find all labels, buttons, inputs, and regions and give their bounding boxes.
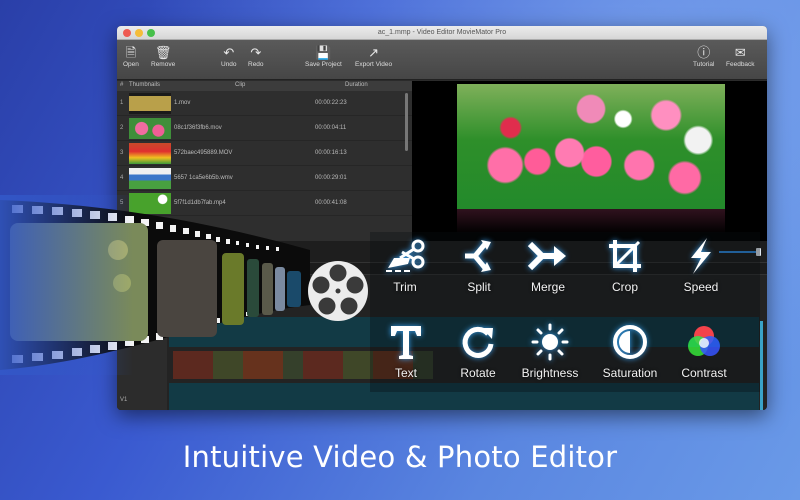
redo-icon: ↷ [250, 45, 262, 60]
video-preview [412, 81, 767, 241]
crop-icon [585, 236, 665, 278]
clip-num: 2 [120, 125, 124, 131]
toolbar: 🗎 Open 🗑 Remove ↶ Undo ↷ Redo 💾 Save Pro… [117, 40, 767, 80]
film-reel-icon [308, 261, 368, 321]
rgb-circles-icon [664, 322, 744, 364]
export-video-button[interactable]: ↗ Export Video [355, 44, 392, 68]
clip-list-scrollbar[interactable] [405, 93, 408, 151]
clip-thumbnail [129, 168, 171, 189]
save-project-label: Save Project [305, 61, 342, 68]
undo-icon: ↶ [223, 45, 235, 60]
undo-button[interactable]: ↶ Undo [221, 44, 237, 68]
tutorial-label: Tutorial [693, 61, 715, 68]
remove-button[interactable]: 🗑 Remove [151, 44, 175, 68]
export-video-label: Export Video [355, 61, 393, 68]
clip-list-header: # Thumbnails Clip Duration [117, 81, 412, 91]
half-circle-icon [590, 322, 670, 364]
col-num[interactable]: # [120, 82, 123, 88]
clip-name: 5657 1ca5e6b5b.wmv [174, 175, 233, 181]
redo-button[interactable]: ↷ Redo [248, 44, 264, 68]
clip-thumbnail [129, 143, 171, 164]
feature-speed[interactable]: Speed [661, 236, 741, 296]
merge-icon [508, 236, 588, 278]
open-label: Open [123, 61, 139, 68]
feature-label: Merge [530, 280, 565, 294]
feature-contrast[interactable]: Contrast [664, 322, 744, 382]
close-window-button[interactable] [123, 29, 131, 37]
feature-label: Contrast [681, 366, 727, 380]
clip-num: 3 [120, 150, 124, 156]
trash-icon: 🗑 [154, 45, 172, 60]
feature-label: Speed [683, 280, 719, 294]
clip-row[interactable]: 4 5657 1ca5e6b5b.wmv 00:00:29:01 [117, 166, 412, 191]
text-icon [366, 322, 446, 364]
preview-reflection [457, 209, 725, 234]
scissors-icon [365, 236, 445, 278]
feature-merge[interactable]: Merge [508, 236, 588, 296]
timeline-vertical-scrollbar[interactable] [760, 321, 763, 410]
col-thumbnails[interactable]: Thumbnails [129, 82, 160, 88]
maximize-window-button[interactable] [147, 29, 155, 37]
feature-label: Split [467, 280, 491, 294]
lightning-icon [661, 236, 741, 278]
col-duration[interactable]: Duration [345, 82, 368, 88]
remove-label: Remove [151, 61, 176, 68]
feedback-button[interactable]: ✉ Feedback [726, 44, 755, 68]
feature-split[interactable]: Split [439, 236, 519, 296]
open-file-icon: 🗎 [125, 45, 137, 60]
feature-label: Text [394, 366, 417, 380]
clip-row[interactable]: 2 08c1f36f3fb6.mov 00:00:04:11 [117, 116, 412, 141]
feature-label: Crop [611, 280, 638, 294]
clip-row[interactable]: 1 1.mov 00:00:22:23 [117, 91, 412, 116]
clip-duration: 00:00:22:23 [315, 100, 347, 106]
clip-thumbnail [129, 93, 171, 114]
rotate-icon [438, 322, 518, 364]
feature-crop[interactable]: Crop [585, 236, 665, 296]
clip-duration: 00:00:29:01 [315, 175, 347, 181]
export-icon: ↗ [368, 45, 379, 60]
clip-num: 4 [120, 175, 124, 181]
feature-label: Rotate [460, 366, 496, 380]
minimize-window-button[interactable] [135, 29, 143, 37]
help-icon: ⓘ [697, 45, 711, 60]
feature-brightness[interactable]: Brightness [510, 322, 590, 382]
window-controls [123, 29, 155, 37]
title-bar: ac_1.mmp - Video Editor MovieMator Pro [117, 26, 767, 40]
split-icon [439, 236, 519, 278]
clip-duration: 00:00:04:11 [315, 125, 347, 131]
mail-icon: ✉ [734, 45, 746, 60]
track-label-v1: V1 [120, 397, 128, 403]
clip-name: 08c1f36f3fb6.mov [174, 125, 222, 131]
feature-saturation[interactable]: Saturation [590, 322, 670, 382]
feature-label: Trim [393, 280, 417, 294]
feature-label: Saturation [602, 366, 658, 380]
feedback-label: Feedback [726, 61, 755, 68]
clip-name: 1.mov [174, 100, 191, 106]
clip-thumbnail [129, 118, 171, 139]
window-title: ac_1.mmp - Video Editor MovieMator Pro [377, 29, 507, 36]
film-strip-graphic [0, 195, 380, 375]
feature-text[interactable]: Text [366, 322, 446, 382]
undo-label: Undo [221, 61, 237, 68]
col-clip[interactable]: Clip [235, 82, 245, 88]
save-icon: 💾 [315, 45, 332, 60]
clip-num: 1 [120, 100, 124, 106]
clip-row[interactable]: 3 572baec495889.MOV 00:00:16:13 [117, 141, 412, 166]
clip-name: 572baec495889.MOV [174, 150, 233, 156]
open-button[interactable]: 🗎 Open [123, 44, 139, 68]
feature-label: Brightness [521, 366, 579, 380]
clip-duration: 00:00:16:13 [315, 150, 347, 156]
feature-trim[interactable]: Trim [365, 236, 445, 296]
redo-label: Redo [248, 61, 264, 68]
sun-icon [510, 322, 590, 364]
promo-caption: Intuitive Video & Photo Editor [182, 440, 618, 474]
feature-rotate[interactable]: Rotate [438, 322, 518, 382]
tutorial-button[interactable]: ⓘ Tutorial [693, 44, 714, 68]
preview-frame-image [457, 84, 725, 209]
save-project-button[interactable]: 💾 Save Project [305, 44, 342, 68]
